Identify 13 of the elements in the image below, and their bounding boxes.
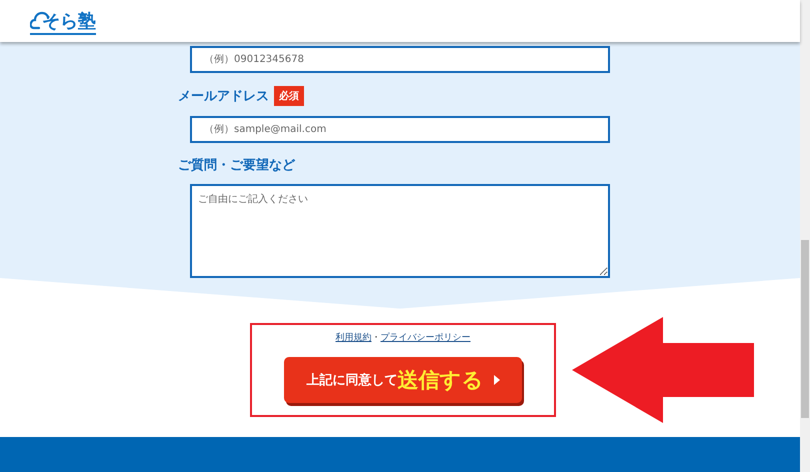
required-badge: 必須: [274, 86, 304, 106]
scrollbar-thumb[interactable]: [801, 240, 809, 418]
separator-dot: ・: [372, 332, 380, 344]
caret-icon: [494, 374, 500, 385]
input-field[interactable]: （例）sample@mail.com: [190, 116, 610, 144]
submit-button[interactable]: 上記に同意して送信する: [284, 356, 522, 403]
policy-link[interactable]: 利用規約: [336, 330, 372, 344]
input-field[interactable]: （例）09012345678: [190, 46, 610, 74]
field-label: ご質問・ご要望など: [178, 156, 295, 174]
message-field[interactable]: ご自由にご記入ください: [190, 184, 610, 278]
scrollbar[interactable]: [800, 0, 810, 472]
field-label: メールアドレス: [178, 88, 269, 106]
policy-link[interactable]: プライバシーポリシー: [380, 330, 470, 344]
